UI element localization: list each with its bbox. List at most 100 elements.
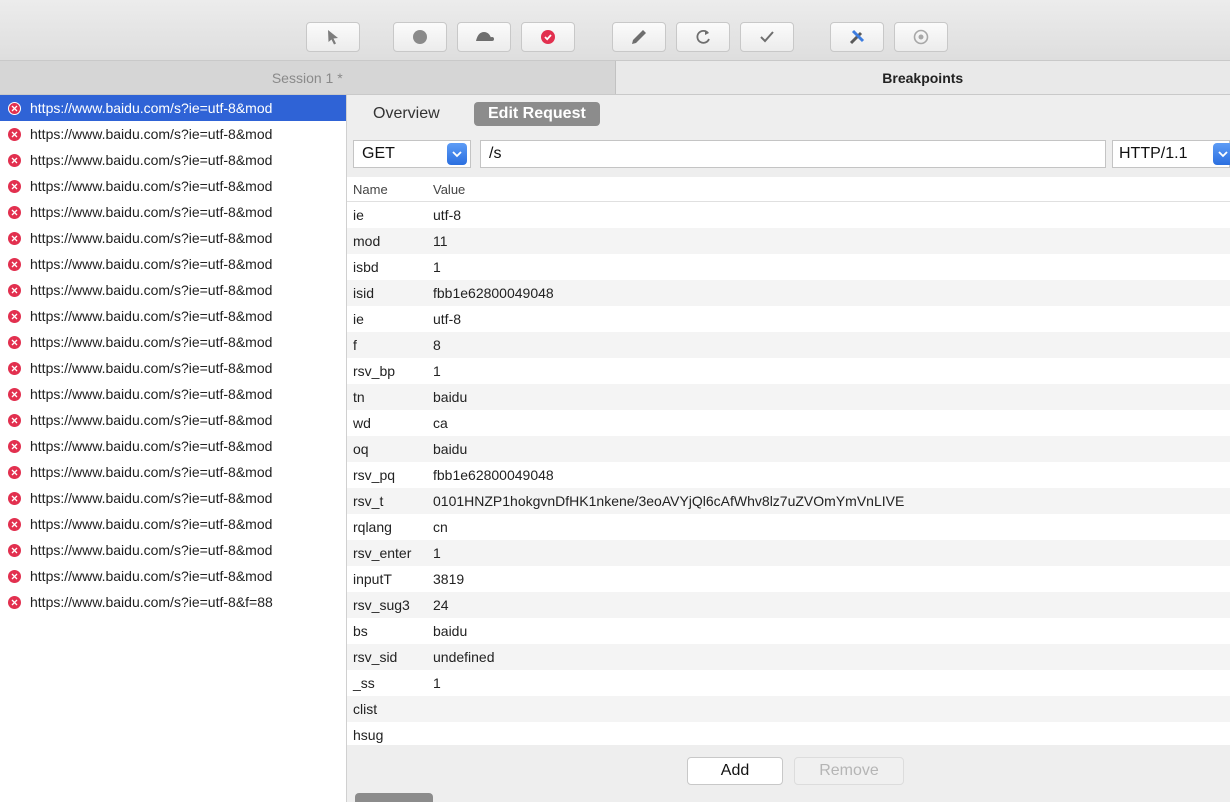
http-version-select[interactable]: HTTP/1.1: [1112, 140, 1230, 168]
request-list-item[interactable]: https://www.baidu.com/s?ie=utf-8&mod: [0, 407, 346, 433]
param-row[interactable]: f8: [347, 332, 1230, 358]
method-select[interactable]: GET: [353, 140, 471, 168]
repeat-button[interactable]: [676, 22, 730, 52]
select-tool-button[interactable]: [306, 22, 360, 52]
tab-session-1[interactable]: Session 1 *: [0, 61, 616, 94]
request-list-item[interactable]: https://www.baidu.com/s?ie=utf-8&mod: [0, 277, 346, 303]
param-value[interactable]: 3819: [433, 571, 1230, 587]
param-row[interactable]: oq baidu: [347, 436, 1230, 462]
request-list-item[interactable]: https://www.baidu.com/s?ie=utf-8&mod: [0, 355, 346, 381]
param-value[interactable]: utf-8: [433, 207, 1230, 223]
remove-param-button[interactable]: Remove: [794, 757, 904, 785]
param-value[interactable]: 1: [433, 545, 1230, 561]
param-name[interactable]: rsv_pq: [347, 467, 433, 483]
param-name[interactable]: f: [347, 337, 433, 353]
request-list-item[interactable]: https://www.baidu.com/s?ie=utf-8&mod: [0, 225, 346, 251]
request-list-item[interactable]: https://www.baidu.com/s?ie=utf-8&mod: [0, 173, 346, 199]
param-row[interactable]: rsv_t 0101HNZP1hokgvnDfHK1nkene/3eoAVYjQl…: [347, 488, 1230, 514]
param-value[interactable]: baidu: [433, 389, 1230, 405]
request-list-item[interactable]: https://www.baidu.com/s?ie=utf-8&mod: [0, 329, 346, 355]
request-list-item[interactable]: https://www.baidu.com/s?ie=utf-8&mod: [0, 563, 346, 589]
param-row[interactable]: _ss 1: [347, 670, 1230, 696]
validate-button[interactable]: [740, 22, 794, 52]
param-value[interactable]: 11: [433, 233, 1230, 249]
param-row[interactable]: rsv_sug3 24: [347, 592, 1230, 618]
param-value[interactable]: 1: [433, 363, 1230, 379]
param-value[interactable]: 8: [433, 337, 1230, 353]
request-list-item[interactable]: https://www.baidu.com/s?ie=utf-8&mod: [0, 251, 346, 277]
param-name[interactable]: isbd: [347, 259, 433, 275]
record-button[interactable]: [393, 22, 447, 52]
param-name[interactable]: rsv_sug3: [347, 597, 433, 613]
sub-tab-active[interactable]: [355, 793, 433, 802]
tab-overview[interactable]: Overview: [359, 102, 454, 126]
param-name[interactable]: ie: [347, 207, 433, 223]
request-list-item[interactable]: https://www.baidu.com/s?ie=utf-8&f=88: [0, 589, 346, 615]
request-list-item[interactable]: https://www.baidu.com/s?ie=utf-8&mod: [0, 511, 346, 537]
param-name[interactable]: rsv_t: [347, 493, 433, 509]
request-list-item[interactable]: https://www.baidu.com/s?ie=utf-8&mod: [0, 121, 346, 147]
param-row[interactable]: rqlang cn: [347, 514, 1230, 540]
param-name[interactable]: rsv_enter: [347, 545, 433, 561]
param-value[interactable]: fbb1e62800049048: [433, 285, 1230, 301]
param-name[interactable]: bs: [347, 623, 433, 639]
param-name[interactable]: wd: [347, 415, 433, 431]
settings-button[interactable]: [894, 22, 948, 52]
param-row[interactable]: isid fbb1e62800049048: [347, 280, 1230, 306]
param-row[interactable]: isbd 1: [347, 254, 1230, 280]
request-list-item[interactable]: https://www.baidu.com/s?ie=utf-8&mod: [0, 537, 346, 563]
param-row[interactable]: mod 11: [347, 228, 1230, 254]
param-name[interactable]: tn: [347, 389, 433, 405]
param-value[interactable]: baidu: [433, 623, 1230, 639]
param-value[interactable]: 1: [433, 259, 1230, 275]
param-name[interactable]: oq: [347, 441, 433, 457]
param-row[interactable]: clist: [347, 696, 1230, 722]
path-input[interactable]: [480, 140, 1106, 168]
version-dropdown-arrow-icon[interactable]: [1213, 143, 1230, 165]
edit-button[interactable]: [612, 22, 666, 52]
param-value[interactable]: baidu: [433, 441, 1230, 457]
breakpoints-button[interactable]: [521, 22, 575, 52]
param-value[interactable]: utf-8: [433, 311, 1230, 327]
throttle-button[interactable]: [457, 22, 511, 52]
param-name[interactable]: ie: [347, 311, 433, 327]
request-list-item[interactable]: https://www.baidu.com/s?ie=utf-8&mod: [0, 485, 346, 511]
param-row[interactable]: wd ca: [347, 410, 1230, 436]
param-value[interactable]: 1: [433, 675, 1230, 691]
param-row[interactable]: rsv_enter 1: [347, 540, 1230, 566]
param-value[interactable]: cn: [433, 519, 1230, 535]
param-row[interactable]: ie utf-8: [347, 306, 1230, 332]
request-list-item[interactable]: https://www.baidu.com/s?ie=utf-8&mod: [0, 95, 346, 121]
tools-button[interactable]: [830, 22, 884, 52]
param-name[interactable]: clist: [347, 701, 433, 717]
param-name[interactable]: isid: [347, 285, 433, 301]
param-name[interactable]: rsv_sid: [347, 649, 433, 665]
param-name[interactable]: hsug: [347, 727, 433, 743]
param-row[interactable]: tn baidu: [347, 384, 1230, 410]
request-list-item[interactable]: https://www.baidu.com/s?ie=utf-8&mod: [0, 147, 346, 173]
param-name[interactable]: rqlang: [347, 519, 433, 535]
request-list-item[interactable]: https://www.baidu.com/s?ie=utf-8&mod: [0, 433, 346, 459]
param-value[interactable]: undefined: [433, 649, 1230, 665]
request-list-item[interactable]: https://www.baidu.com/s?ie=utf-8&mod: [0, 381, 346, 407]
param-row[interactable]: ie utf-8: [347, 202, 1230, 228]
param-name[interactable]: inputT: [347, 571, 433, 587]
tab-breakpoints[interactable]: Breakpoints: [615, 61, 1230, 94]
param-row[interactable]: hsug: [347, 722, 1230, 745]
add-param-button[interactable]: Add: [687, 757, 783, 785]
request-list-item[interactable]: https://www.baidu.com/s?ie=utf-8&mod: [0, 303, 346, 329]
method-dropdown-arrow-icon[interactable]: [447, 143, 467, 165]
param-row[interactable]: rsv_bp 1: [347, 358, 1230, 384]
param-name[interactable]: mod: [347, 233, 433, 249]
param-row[interactable]: rsv_sid undefined: [347, 644, 1230, 670]
request-list-item[interactable]: https://www.baidu.com/s?ie=utf-8&mod: [0, 459, 346, 485]
param-row[interactable]: inputT 3819: [347, 566, 1230, 592]
column-value-header[interactable]: Value: [433, 182, 1230, 197]
param-value[interactable]: 0101HNZP1hokgvnDfHK1nkene/3eoAVYjQl6cAfW…: [433, 493, 1230, 509]
tab-edit-request[interactable]: Edit Request: [474, 102, 600, 126]
param-row[interactable]: rsv_pq fbb1e62800049048: [347, 462, 1230, 488]
column-name-header[interactable]: Name: [347, 182, 433, 197]
param-value[interactable]: ca: [433, 415, 1230, 431]
param-row[interactable]: bs baidu: [347, 618, 1230, 644]
param-value[interactable]: fbb1e62800049048: [433, 467, 1230, 483]
